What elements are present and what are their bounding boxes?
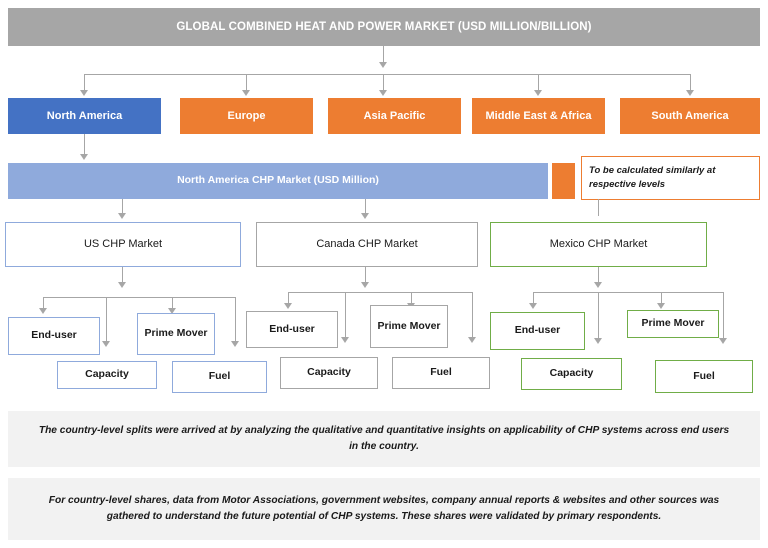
- connector-us-drop-capacity: [106, 297, 108, 343]
- country-box-canada[interactable]: Canada CHP Market: [256, 222, 478, 267]
- connector-region-bus: [84, 74, 690, 76]
- segment-box-canada-end-user[interactable]: End-user: [246, 311, 338, 348]
- connector-na-stem: [84, 134, 86, 156]
- segment-label-mexico-capacity: Capacity: [549, 367, 594, 380]
- note-country-level-shares-text: For country-level shares, data from Moto…: [48, 495, 720, 522]
- country-label-canada: Canada CHP Market: [316, 238, 418, 251]
- connector-arrow-region-0: [80, 90, 88, 96]
- north-america-chp-market-label: North America CHP Market (USD Million): [177, 174, 379, 187]
- connector-mexico-arrow-capacity: [594, 338, 602, 344]
- segment-label-canada-fuel: Fuel: [430, 366, 452, 379]
- segment-box-canada-prime-mover[interactable]: Prime Mover: [370, 305, 448, 348]
- connector-us-arrow-capacity: [102, 341, 110, 347]
- connector-country-mexico-stem: [598, 199, 600, 216]
- connector-canada-arrow-fuel: [468, 337, 476, 343]
- connector-mexico-drop-capacity: [598, 292, 600, 340]
- segment-label-mexico-end-user: End-user: [514, 324, 561, 337]
- connector-na-arrow: [80, 154, 88, 160]
- connector-mexico-bus: [533, 292, 723, 294]
- region-box-middle-east-africa[interactable]: Middle East & Africa: [472, 98, 605, 134]
- region-box-south-america[interactable]: South America: [620, 98, 760, 134]
- connector-arrow-region-2: [379, 90, 387, 96]
- connector-header-arrow: [379, 62, 387, 68]
- callout-to-be-calculated: To be calculated similarly at respective…: [581, 156, 760, 200]
- segment-label-mexico-prime-mover: Prime Mover: [641, 317, 705, 330]
- segment-label-mexico-fuel: Fuel: [693, 369, 715, 382]
- connector-us-arrow-enduser: [39, 308, 47, 314]
- segment-label-us-prime-mover: Prime Mover: [144, 327, 208, 340]
- connector-us-arrow-fuel: [231, 341, 239, 347]
- segment-box-us-fuel[interactable]: Fuel: [172, 361, 267, 393]
- segment-box-us-end-user[interactable]: End-user: [8, 317, 100, 355]
- connector-arrow-region-1: [242, 90, 250, 96]
- region-label-europe: Europe: [227, 109, 266, 122]
- global-market-header: GLOBAL COMBINED HEAT AND POWER MARKET (U…: [8, 8, 760, 46]
- region-box-europe[interactable]: Europe: [180, 98, 313, 134]
- note-country-level-splits: The country-level splits were arrived at…: [8, 411, 760, 467]
- country-box-mexico[interactable]: Mexico CHP Market: [490, 222, 707, 267]
- segment-label-us-end-user: End-user: [31, 329, 77, 342]
- connector-mexico-stem-arrow: [594, 282, 602, 288]
- connector-arrow-region-3: [534, 90, 542, 96]
- segment-box-mexico-prime-mover[interactable]: Prime Mover: [627, 310, 719, 338]
- connector-us-stem-arrow: [118, 282, 126, 288]
- segment-box-canada-fuel[interactable]: Fuel: [392, 357, 490, 389]
- global-market-header-label: GLOBAL COMBINED HEAT AND POWER MARKET (U…: [176, 20, 592, 33]
- connector-mexico-drop-fuel: [723, 292, 725, 340]
- note-country-level-splits-text: The country-level splits were arrived at…: [38, 425, 730, 452]
- connector-us-bus: [43, 297, 235, 299]
- segment-box-mexico-capacity[interactable]: Capacity: [521, 358, 622, 390]
- note-country-level-shares: For country-level shares, data from Moto…: [8, 478, 760, 540]
- segment-box-mexico-fuel[interactable]: Fuel: [655, 360, 753, 393]
- connector-mexico-arrow-primemover: [657, 303, 665, 309]
- connector-mexico-arrow-enduser: [529, 303, 537, 309]
- callout-text: To be calculated similarly at respective…: [589, 164, 716, 190]
- connector-country-us-arrow: [118, 213, 126, 219]
- chp-market-breakdown-diagram: GLOBAL COMBINED HEAT AND POWER MARKET (U…: [0, 0, 768, 548]
- country-box-us[interactable]: US CHP Market: [5, 222, 241, 267]
- segment-box-canada-capacity[interactable]: Capacity: [280, 357, 378, 389]
- country-label-us: US CHP Market: [83, 238, 163, 251]
- connector-canada-drop-fuel: [472, 292, 474, 339]
- segment-label-us-fuel: Fuel: [208, 370, 231, 383]
- region-box-north-america[interactable]: North America: [8, 98, 161, 134]
- callout-color-swatch: [552, 163, 575, 199]
- connector-mexico-arrow-fuel: [719, 338, 727, 344]
- segment-label-canada-end-user: End-user: [269, 322, 315, 335]
- connector-canada-drop-capacity: [345, 292, 347, 339]
- region-label-middle-east-africa: Middle East & Africa: [485, 109, 592, 122]
- region-label-north-america: North America: [46, 109, 123, 122]
- segment-label-us-capacity: Capacity: [85, 368, 129, 381]
- connector-us-drop-fuel: [235, 297, 237, 343]
- segment-box-us-prime-mover[interactable]: Prime Mover: [137, 313, 215, 355]
- segment-box-mexico-end-user[interactable]: End-user: [490, 312, 585, 350]
- north-america-chp-market-bar[interactable]: North America CHP Market (USD Million): [8, 163, 548, 199]
- connector-country-canada-arrow: [361, 213, 369, 219]
- connector-canada-stem-arrow: [361, 282, 369, 288]
- segment-label-canada-capacity: Capacity: [307, 366, 351, 379]
- connector-canada-arrow-capacity: [341, 337, 349, 343]
- region-box-asia-pacific[interactable]: Asia Pacific: [328, 98, 461, 134]
- connector-canada-bus: [288, 292, 472, 294]
- region-label-south-america: South America: [651, 109, 729, 122]
- segment-box-us-capacity[interactable]: Capacity: [57, 361, 157, 389]
- country-label-mexico: Mexico CHP Market: [549, 238, 648, 251]
- segment-label-canada-prime-mover: Prime Mover: [377, 319, 441, 332]
- connector-canada-arrow-enduser: [284, 303, 292, 309]
- region-label-asia-pacific: Asia Pacific: [363, 109, 426, 122]
- connector-arrow-region-4: [686, 90, 694, 96]
